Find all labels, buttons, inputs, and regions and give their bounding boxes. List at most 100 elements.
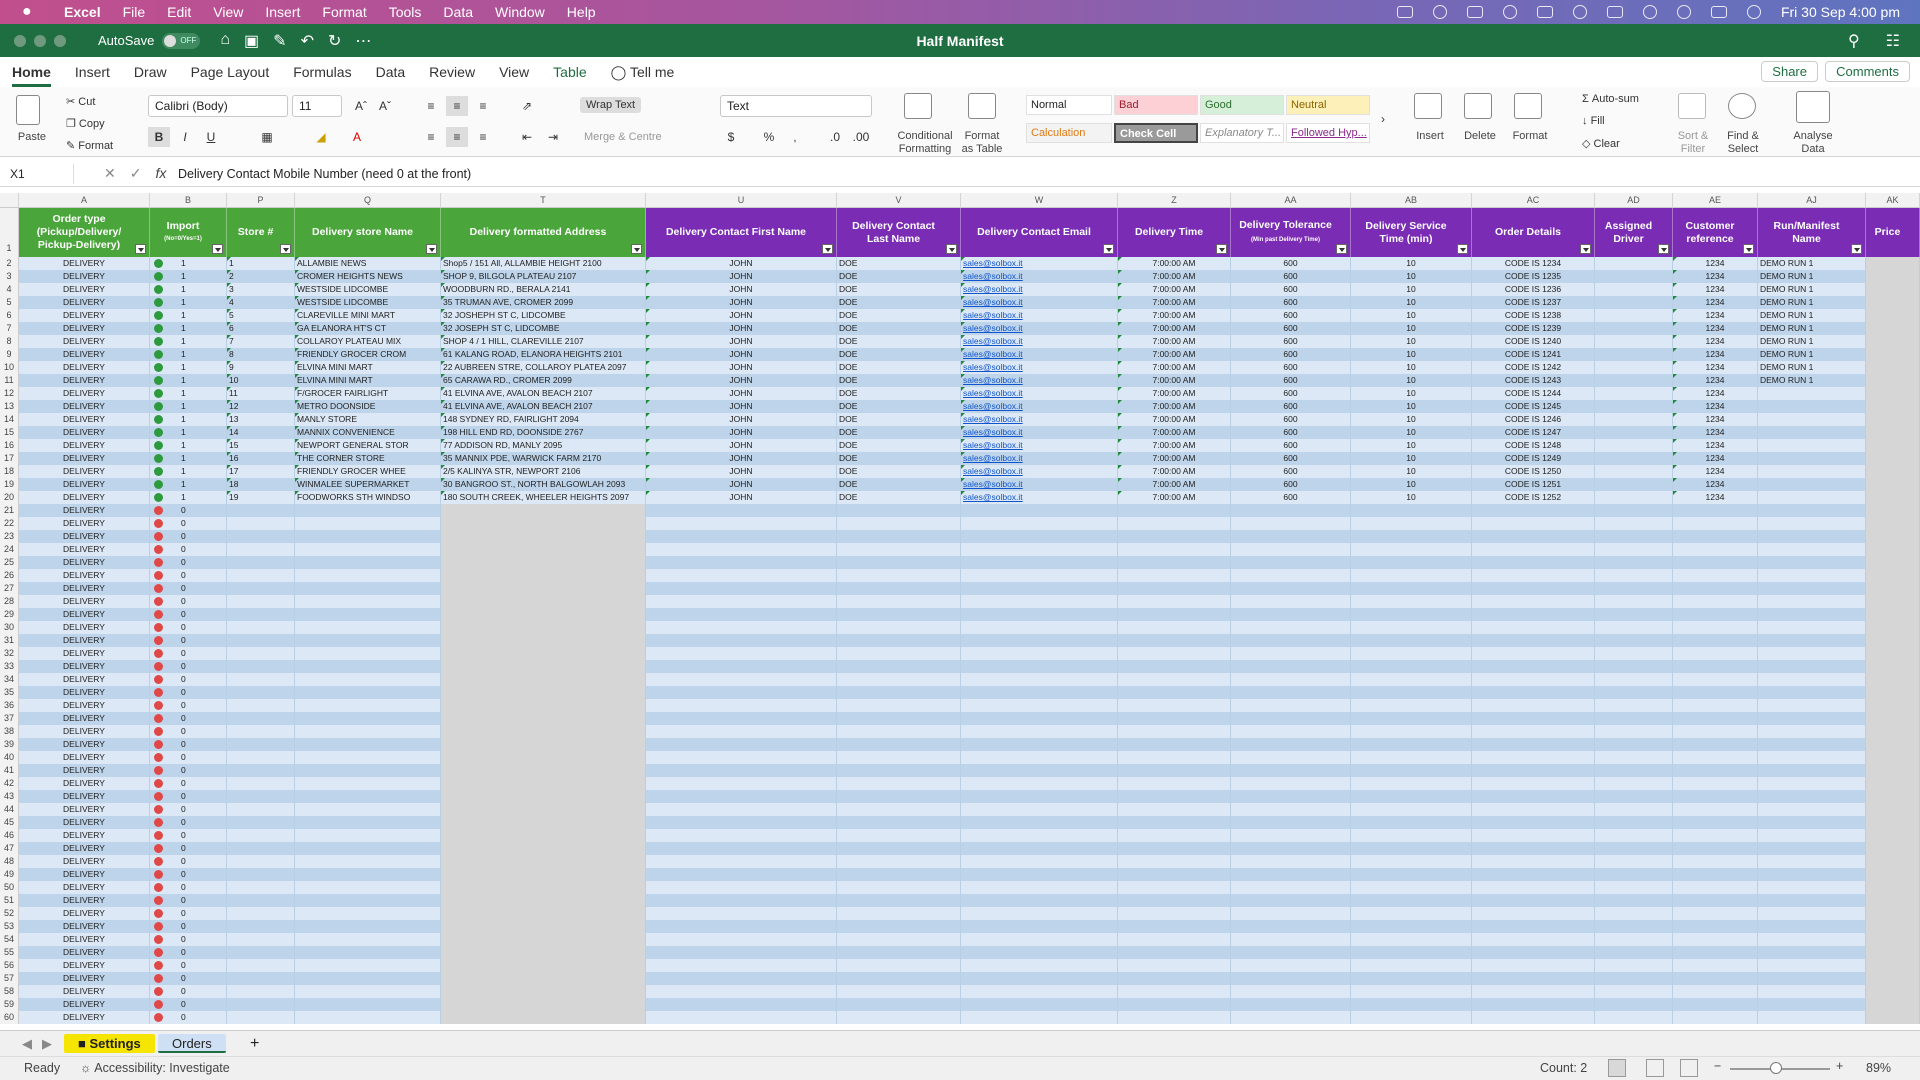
cell[interactable]: [961, 569, 1118, 582]
cell[interactable]: 1234: [1673, 400, 1758, 413]
cell[interactable]: [1118, 920, 1231, 933]
indent-decrease-icon[interactable]: ⇤: [516, 127, 538, 147]
cell[interactable]: [1595, 725, 1673, 738]
cell[interactable]: 600: [1231, 348, 1351, 361]
cell[interactable]: [441, 972, 646, 985]
tab-page-layout[interactable]: Page Layout: [191, 57, 270, 87]
cell[interactable]: 600: [1231, 452, 1351, 465]
cell[interactable]: [1595, 803, 1673, 816]
table-header-cell[interactable]: Run/Manifest Name: [1758, 208, 1866, 257]
cell[interactable]: [1866, 582, 1920, 595]
cell[interactable]: 7:00:00 AM: [1118, 257, 1231, 270]
cell[interactable]: [961, 725, 1118, 738]
cell[interactable]: [1673, 946, 1758, 959]
cell[interactable]: 10: [1351, 335, 1472, 348]
cell[interactable]: 1234: [1673, 478, 1758, 491]
cell[interactable]: 10: [1351, 348, 1472, 361]
cell[interactable]: [441, 738, 646, 751]
cell[interactable]: [295, 998, 441, 1011]
cell[interactable]: [646, 829, 837, 842]
clear-button[interactable]: ◇ Clear: [1582, 137, 1620, 150]
comma-icon[interactable]: ‚: [784, 127, 806, 147]
cell[interactable]: [1758, 1011, 1866, 1024]
cell[interactable]: [1595, 686, 1673, 699]
insert-cells-button[interactable]: Insert: [1410, 130, 1450, 143]
cell[interactable]: DELIVERY: [19, 725, 150, 738]
cell[interactable]: [646, 582, 837, 595]
cell[interactable]: 1: [150, 491, 227, 504]
filter-dropdown-icon[interactable]: [135, 244, 146, 254]
cell[interactable]: DELIVERY: [19, 426, 150, 439]
cell[interactable]: [961, 608, 1118, 621]
cell[interactable]: DELIVERY: [19, 621, 150, 634]
cell[interactable]: [227, 595, 295, 608]
cell[interactable]: [1595, 530, 1673, 543]
cell[interactable]: [1351, 842, 1472, 855]
cell[interactable]: [837, 894, 961, 907]
confirm-icon[interactable]: ✓: [130, 165, 142, 182]
cell[interactable]: [1118, 686, 1231, 699]
column-header-ae[interactable]: AE: [1673, 193, 1758, 208]
cell[interactable]: [1673, 725, 1758, 738]
cell[interactable]: [1595, 283, 1673, 296]
cell[interactable]: sales@solbox.it: [961, 283, 1118, 296]
autosave-toggle[interactable]: OFF: [162, 32, 201, 49]
cell[interactable]: [1866, 686, 1920, 699]
cell[interactable]: DOE: [837, 322, 961, 335]
cell[interactable]: [1472, 673, 1595, 686]
cell[interactable]: [1595, 400, 1673, 413]
cell[interactable]: [646, 764, 837, 777]
cell[interactable]: DOE: [837, 491, 961, 504]
cell[interactable]: [1231, 972, 1351, 985]
cell[interactable]: [441, 712, 646, 725]
cell[interactable]: [1472, 790, 1595, 803]
page-layout-view-icon[interactable]: [1646, 1059, 1664, 1077]
cell[interactable]: sales@solbox.it: [961, 296, 1118, 309]
bluetooth-icon[interactable]: [1572, 5, 1587, 19]
cell[interactable]: [1866, 998, 1920, 1011]
cell[interactable]: FOODWORKS STH WINDSO: [295, 491, 441, 504]
cell[interactable]: [1595, 972, 1673, 985]
cell[interactable]: [295, 868, 441, 881]
cell[interactable]: [441, 777, 646, 790]
cell[interactable]: [1231, 712, 1351, 725]
cell[interactable]: 1: [150, 322, 227, 335]
row-header[interactable]: 13: [0, 400, 19, 413]
cell[interactable]: [1118, 894, 1231, 907]
cell[interactable]: [1673, 712, 1758, 725]
cell[interactable]: CODE IS 1245: [1472, 400, 1595, 413]
cell[interactable]: [1118, 933, 1231, 946]
cell[interactable]: [1595, 894, 1673, 907]
cell[interactable]: 1234: [1673, 335, 1758, 348]
search-icon[interactable]: ⚲: [1848, 31, 1860, 51]
cell[interactable]: [646, 608, 837, 621]
cell[interactable]: sales@solbox.it: [961, 270, 1118, 283]
row-header[interactable]: 16: [0, 439, 19, 452]
cell[interactable]: [837, 673, 961, 686]
cell[interactable]: [1866, 257, 1920, 270]
cell[interactable]: [1231, 621, 1351, 634]
cell[interactable]: [1866, 1011, 1920, 1024]
cell[interactable]: [1758, 946, 1866, 959]
cell[interactable]: [1866, 803, 1920, 816]
cell[interactable]: COLLAROY PLATEAU MIX: [295, 335, 441, 348]
cell[interactable]: [1118, 712, 1231, 725]
tab-tell-me[interactable]: ◯ Tell me: [611, 57, 675, 87]
cell[interactable]: DEMO RUN 1: [1758, 270, 1866, 283]
row-header[interactable]: 2: [0, 257, 19, 270]
cell[interactable]: 0: [150, 816, 227, 829]
cell[interactable]: 6: [227, 322, 295, 335]
cell[interactable]: [837, 686, 961, 699]
cell[interactable]: 10: [1351, 426, 1472, 439]
cell[interactable]: [1758, 634, 1866, 647]
orientation-icon[interactable]: ⇗: [516, 96, 538, 116]
cell[interactable]: [1866, 608, 1920, 621]
cell[interactable]: DELIVERY: [19, 491, 150, 504]
cell[interactable]: [1351, 582, 1472, 595]
cell[interactable]: JOHN: [646, 309, 837, 322]
filter-dropdown-icon[interactable]: [1216, 244, 1227, 254]
cell[interactable]: 1: [150, 309, 227, 322]
cell[interactable]: [1595, 920, 1673, 933]
cell[interactable]: 19: [227, 491, 295, 504]
cell[interactable]: DELIVERY: [19, 803, 150, 816]
